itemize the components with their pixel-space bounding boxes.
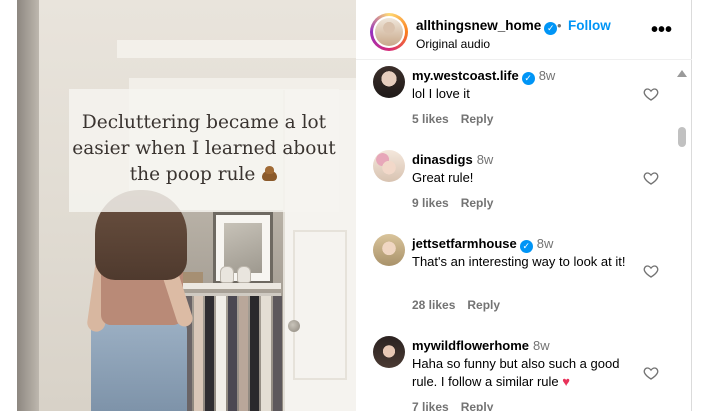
comment-item: jettsetfarmhouse ✓ 8w That's an interestin… <box>356 228 676 328</box>
separator-dot: • <box>557 18 562 33</box>
audio-label[interactable]: Original audio <box>416 37 490 51</box>
video-caption: Decluttering became a lot easier when I … <box>69 110 339 188</box>
reply-button[interactable]: Reply <box>461 400 494 411</box>
person-jeans <box>91 318 187 411</box>
commenter-avatar[interactable] <box>373 150 405 182</box>
comment-text: Great rule! <box>412 170 474 185</box>
post-header: allthingsnew_home ✓ • Follow Original aud… <box>356 0 692 60</box>
comment-username-text: my.westcoast.life <box>412 68 519 83</box>
comment-meta: 5 likes Reply <box>412 112 493 126</box>
door-panel <box>293 230 347 380</box>
comment-text-content: Haha so funny but also such a good rule.… <box>412 356 620 389</box>
like-heart-icon[interactable] <box>643 263 659 279</box>
reply-button[interactable]: Reply <box>461 112 494 126</box>
scrollbar-thumb[interactable] <box>678 127 686 147</box>
like-heart-icon[interactable] <box>643 86 659 102</box>
comment-username[interactable]: dinasdigs 8w <box>412 152 493 167</box>
comment-meta: 9 likes Reply <box>412 196 493 210</box>
reply-button[interactable]: Reply <box>461 196 494 210</box>
comment-text: lol I love it <box>412 86 470 101</box>
comment-meta: 7 likes Reply <box>412 400 493 411</box>
comment-text: Haha so funny but also such a good rule.… <box>412 355 640 391</box>
comment-username[interactable]: my.westcoast.life ✓ 8w <box>412 68 555 85</box>
commenter-avatar[interactable] <box>373 66 405 98</box>
commenter-avatar[interactable] <box>373 234 405 266</box>
comment-likes[interactable]: 9 likes <box>412 196 449 210</box>
follow-button[interactable]: Follow <box>568 18 611 33</box>
comment-username[interactable]: jettsetfarmhouse ✓ 8w <box>412 236 553 253</box>
verified-badge-icon: ✓ <box>521 72 535 85</box>
comments-list: my.westcoast.life ✓ 8w lol I love it 5 lik… <box>356 60 676 411</box>
scroll-up-arrow-icon[interactable] <box>677 70 687 77</box>
verified-badge-icon: ✓ <box>544 22 558 35</box>
author-avatar[interactable] <box>370 13 408 51</box>
comment-meta: 28 likes Reply <box>412 298 500 312</box>
door-knob <box>288 320 300 332</box>
comment-item: dinasdigs 8w Great rule! 9 likes Reply <box>356 144 676 222</box>
comment-item: my.westcoast.life ✓ 8w lol I love it 5 lik… <box>356 60 676 138</box>
avatar-photo <box>375 18 403 46</box>
comment-time: 8w <box>476 152 494 167</box>
comment-likes[interactable]: 28 likes <box>412 298 455 312</box>
vase <box>220 266 234 283</box>
comment-username-text: mywildflowerhome <box>412 338 530 353</box>
like-heart-icon[interactable] <box>643 365 659 381</box>
reel-video[interactable]: Decluttering became a lot easier when I … <box>17 0 356 411</box>
door-trim <box>117 40 356 58</box>
comment-likes[interactable]: 7 likes <box>412 400 449 411</box>
reply-button[interactable]: Reply <box>467 298 500 312</box>
comment-username-text: dinasdigs <box>412 152 473 167</box>
comment-text: That's an interesting way to look at it! <box>412 254 626 269</box>
author-username[interactable]: allthingsnew_home ✓ <box>416 18 558 35</box>
caption-text: Decluttering became a lot easier when I … <box>72 112 336 185</box>
comments-panel: allthingsnew_home ✓ • Follow Original aud… <box>356 0 692 411</box>
commenter-avatar[interactable] <box>373 336 405 368</box>
like-heart-icon[interactable] <box>643 170 659 186</box>
author-username-text: allthingsnew_home <box>416 18 542 33</box>
right-page-margin <box>692 0 708 411</box>
comment-time: 8w <box>538 68 556 83</box>
comment-likes[interactable]: 5 likes <box>412 112 449 126</box>
comment-username[interactable]: mywildflowerhome 8w <box>412 338 550 353</box>
poop-emoji-icon <box>261 165 278 182</box>
comment-time: 8w <box>533 338 550 353</box>
comment-username-text: jettsetfarmhouse <box>412 236 517 251</box>
comment-time: 8w <box>536 236 554 251</box>
vase <box>237 266 251 283</box>
comment-item: mywildflowerhome 8w Haha so funny but als… <box>356 330 676 411</box>
verified-badge-icon: ✓ <box>519 240 533 253</box>
pink-heart-emoji-icon: ♥ <box>562 374 570 389</box>
wall-shadow <box>17 0 39 411</box>
more-options-icon[interactable]: ••• <box>651 20 672 40</box>
left-page-margin <box>0 0 17 411</box>
instagram-post-view: Decluttering became a lot easier when I … <box>0 0 708 411</box>
